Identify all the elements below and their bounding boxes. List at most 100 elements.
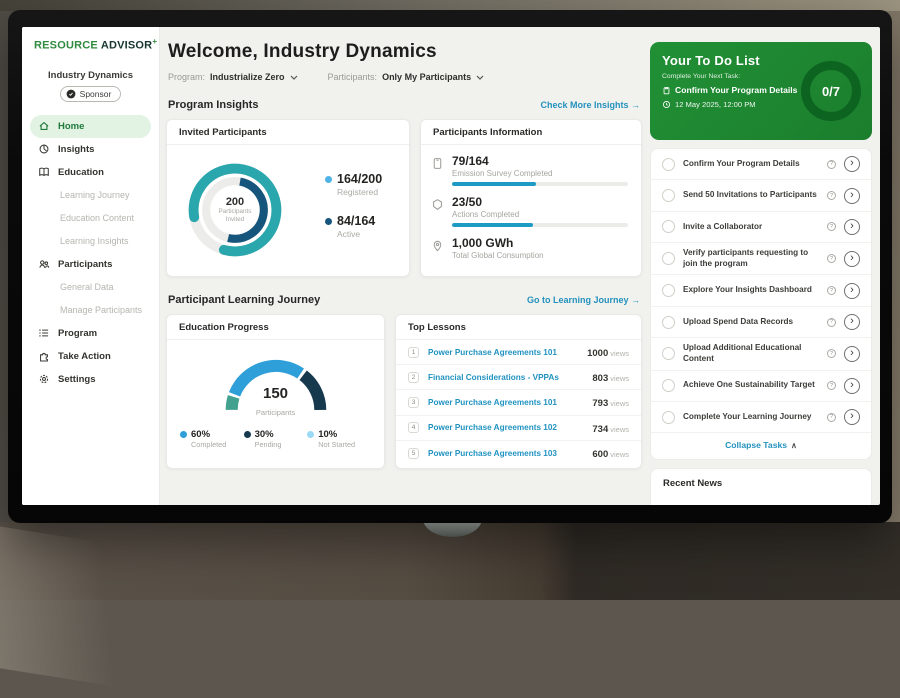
sidebar-item-learning-journey[interactable]: Learning Journey (30, 184, 151, 207)
task-checkbox[interactable] (662, 220, 675, 233)
sidebar-item-label: Education (58, 167, 104, 178)
todo-datetime: 12 May 2025, 12:00 PM (675, 100, 756, 109)
help-icon[interactable]: ? (827, 318, 836, 327)
task-checkbox[interactable] (662, 411, 675, 424)
lesson-link[interactable]: Power Purchase Agreements 101 (428, 398, 592, 407)
program-filter[interactable]: Program: Industrialize Zero (168, 72, 298, 82)
progress-bar (452, 182, 628, 186)
sidebar-item-manage-participants[interactable]: Manage Participants (30, 299, 151, 322)
task-row-achieve-target[interactable]: Achieve One Sustainability Target ? › (651, 371, 871, 402)
help-icon[interactable]: ? (827, 381, 836, 390)
task-checkbox[interactable] (662, 158, 675, 171)
task-row-invite-collaborator[interactable]: Invite a Collaborator ? › (651, 212, 871, 243)
sidebar-item-learning-insights[interactable]: Learning Insights (30, 230, 151, 253)
legend-dot (325, 176, 332, 183)
list-icon (38, 327, 50, 339)
lesson-rank: 1 (408, 347, 419, 358)
task-checkbox[interactable] (662, 379, 675, 392)
sidebar-item-program[interactable]: Program (30, 322, 151, 345)
app-logo: RESOURCE ADVISOR+ (22, 27, 159, 61)
task-row-explore-insights[interactable]: Explore Your Insights Dashboard ? › (651, 275, 871, 306)
legend-dot (180, 431, 187, 438)
people-icon (38, 258, 50, 270)
help-icon[interactable]: ? (827, 349, 836, 358)
sidebar-item-settings[interactable]: Settings (30, 368, 151, 391)
sidebar-item-participants[interactable]: Participants (30, 253, 151, 276)
todo-panel: Your To Do List Complete Your Next Task:… (650, 27, 872, 505)
help-icon[interactable]: ? (827, 254, 836, 263)
task-row-send-invitations[interactable]: Send 50 Invitations to Participants ? › (651, 180, 871, 211)
invited-participants-card: Invited Participants 200 Participants (166, 119, 410, 277)
task-label: Send 50 Invitations to Participants (683, 190, 827, 201)
chevron-right-icon[interactable]: › (844, 346, 860, 362)
chevron-down-icon (290, 75, 298, 80)
task-checkbox[interactable] (662, 252, 675, 265)
chevron-right-icon[interactable]: › (844, 283, 860, 299)
task-row-complete-learning-journey[interactable]: Complete Your Learning Journey ? › (651, 402, 871, 433)
chevron-right-icon[interactable]: › (844, 188, 860, 204)
sidebar-item-label: General Data (60, 282, 114, 292)
lesson-views: 600views (592, 444, 629, 462)
stat-emission-survey: 79/164 Emission Survey Completed (431, 154, 629, 186)
task-row-verify-participants[interactable]: Verify participants requesting to join t… (651, 243, 871, 275)
sidebar-item-general-data[interactable]: General Data (30, 276, 151, 299)
todo-progress-value: 0/7 (822, 84, 840, 99)
chevron-right-icon[interactable]: › (844, 251, 860, 267)
stat-consumption: 1,000 GWh Total Global Consumption (431, 236, 629, 264)
legend-completed: 60% Completed (180, 429, 244, 449)
insights-icon (38, 143, 50, 155)
clipboard-icon (662, 86, 671, 95)
lesson-link[interactable]: Power Purchase Agreements 103 (428, 449, 592, 458)
sidebar-item-label: Education Content (60, 213, 134, 223)
sidebar-item-label: Manage Participants (60, 305, 142, 315)
invited-donut-chart: 200 Participants Invited (181, 156, 289, 264)
chevron-right-icon[interactable]: › (844, 378, 860, 394)
chevron-right-icon[interactable]: › (844, 219, 860, 235)
task-label: Verify participants requesting to join t… (683, 248, 827, 269)
sidebar-item-insights[interactable]: Insights (30, 138, 151, 161)
dashboard-app: RESOURCE ADVISOR+ Industry Dynamics Spon… (22, 27, 880, 505)
task-row-confirm-program[interactable]: Confirm Your Program Details ? › (651, 149, 871, 180)
go-to-learning-journey-link[interactable]: Go to Learning Journey → (527, 295, 640, 305)
arrow-right-icon: → (631, 295, 640, 305)
participants-filter[interactable]: Participants: Only My Participants (328, 72, 485, 82)
lesson-link[interactable]: Power Purchase Agreements 102 (428, 423, 592, 432)
task-checkbox[interactable] (662, 347, 675, 360)
collapse-tasks-link[interactable]: Collapse Tasks∧ (651, 433, 871, 459)
lesson-views: 734views (592, 419, 629, 437)
sponsor-badge[interactable]: Sponsor (60, 86, 122, 102)
todo-hero-card: Your To Do List Complete Your Next Task:… (650, 42, 872, 140)
help-icon[interactable]: ? (827, 413, 836, 422)
check-more-insights-link[interactable]: Check More Insights → (540, 100, 640, 110)
chevron-right-icon[interactable]: › (844, 156, 860, 172)
recent-news-card: Recent News (650, 468, 872, 505)
chevron-right-icon[interactable]: › (844, 314, 860, 330)
help-icon[interactable]: ? (827, 222, 836, 231)
sidebar-item-education[interactable]: Education (30, 161, 151, 184)
sidebar-item-label: Learning Insights (60, 236, 129, 246)
sidebar-item-home[interactable]: Home (30, 115, 151, 138)
puzzle-icon (38, 350, 50, 362)
task-row-upload-educational-content[interactable]: Upload Additional Educational Content ? … (651, 338, 871, 370)
task-checkbox[interactable] (662, 316, 675, 329)
sidebar-item-education-content[interactable]: Education Content (30, 207, 151, 230)
lesson-link[interactable]: Financial Considerations - VPPAs (428, 373, 592, 382)
lesson-link[interactable]: Power Purchase Agreements 101 (428, 348, 587, 357)
task-row-upload-spend-data[interactable]: Upload Spend Data Records ? › (651, 307, 871, 338)
card-title: Top Lessons (396, 315, 641, 340)
gauge-center-value: 150 (206, 385, 346, 402)
logo-text-advisor: ADVISOR (101, 40, 153, 52)
main-content: Welcome, Industry Dynamics Program: Indu… (160, 27, 650, 505)
task-checkbox[interactable] (662, 189, 675, 202)
clock-icon (662, 100, 671, 109)
card-title: Invited Participants (167, 120, 409, 145)
help-icon[interactable]: ? (827, 160, 836, 169)
sidebar-item-take-action[interactable]: Take Action (30, 345, 151, 368)
book-icon (38, 166, 50, 178)
chevron-right-icon[interactable]: › (844, 409, 860, 425)
sidebar-item-label: Settings (58, 374, 95, 385)
donut-legend: 164/200 Registered 84/164 Active (325, 172, 382, 256)
help-icon[interactable]: ? (827, 286, 836, 295)
task-checkbox[interactable] (662, 284, 675, 297)
help-icon[interactable]: ? (827, 191, 836, 200)
